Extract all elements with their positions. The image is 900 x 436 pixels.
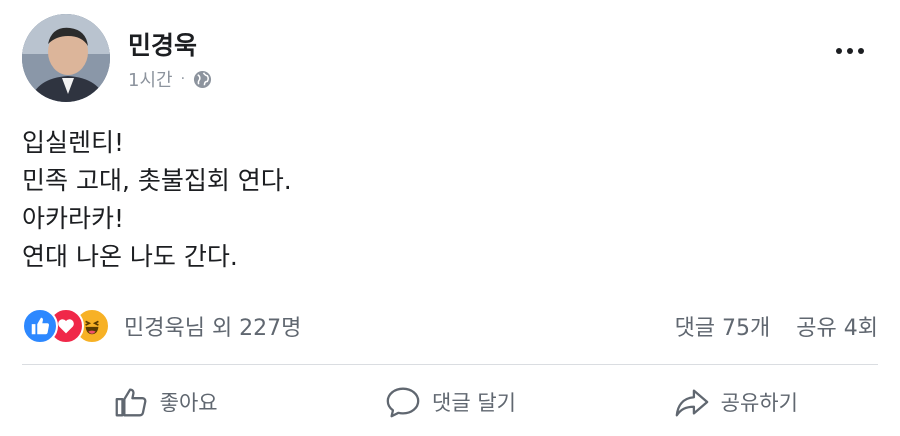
share-icon xyxy=(675,389,709,417)
more-dot-icon xyxy=(858,48,864,54)
post-text-line: 입실렌티! xyxy=(22,128,125,157)
share-label: 공유하기 xyxy=(720,391,798,415)
reactions-row: 민경욱님 외 227명 댓글 75개 공유 4회 xyxy=(22,306,878,346)
engagement-counts: 댓글 75개 공유 4회 xyxy=(675,310,878,342)
more-dot-icon xyxy=(836,48,842,54)
comment-icon xyxy=(386,387,420,418)
like-icon xyxy=(22,308,58,344)
post-text-line: 민족 고대, 촛불집회 연다. xyxy=(22,166,292,195)
post-meta: 1시간 · xyxy=(128,66,212,92)
comment-label: 댓글 달기 xyxy=(432,391,516,415)
like-label: 좋아요 xyxy=(159,391,218,415)
globe-icon xyxy=(193,70,212,88)
thumbs-up-icon xyxy=(115,388,147,417)
post-text: 입실렌티! 민족 고대, 촛불집회 연다. 아카라카! 연대 나온 나도 간다. xyxy=(22,124,292,276)
post-time[interactable]: 1시간 xyxy=(128,66,173,92)
meta-separator: · xyxy=(180,71,186,87)
reaction-summary[interactable]: 민경욱님 외 227명 xyxy=(22,308,301,344)
comment-count[interactable]: 댓글 75개 xyxy=(675,310,771,342)
share-count[interactable]: 공유 4회 xyxy=(796,310,878,342)
more-options-button[interactable] xyxy=(830,36,870,66)
share-button[interactable]: 공유하기 xyxy=(593,372,878,432)
avatar-image xyxy=(22,14,110,102)
like-button[interactable]: 좋아요 xyxy=(22,372,307,432)
more-dot-icon xyxy=(847,48,853,54)
post-text-line: 아카라카! xyxy=(22,204,125,233)
post-text-line: 연대 나온 나도 간다. xyxy=(22,242,238,271)
avatar[interactable] xyxy=(22,14,110,102)
reaction-icons xyxy=(22,308,110,344)
author-name[interactable]: 민경욱 xyxy=(128,26,197,62)
comment-button[interactable]: 댓글 달기 xyxy=(307,372,592,432)
reaction-summary-text: 민경욱님 외 227명 xyxy=(124,316,302,341)
action-bar: 좋아요 댓글 달기 공유하기 xyxy=(22,372,878,432)
divider xyxy=(22,364,878,365)
